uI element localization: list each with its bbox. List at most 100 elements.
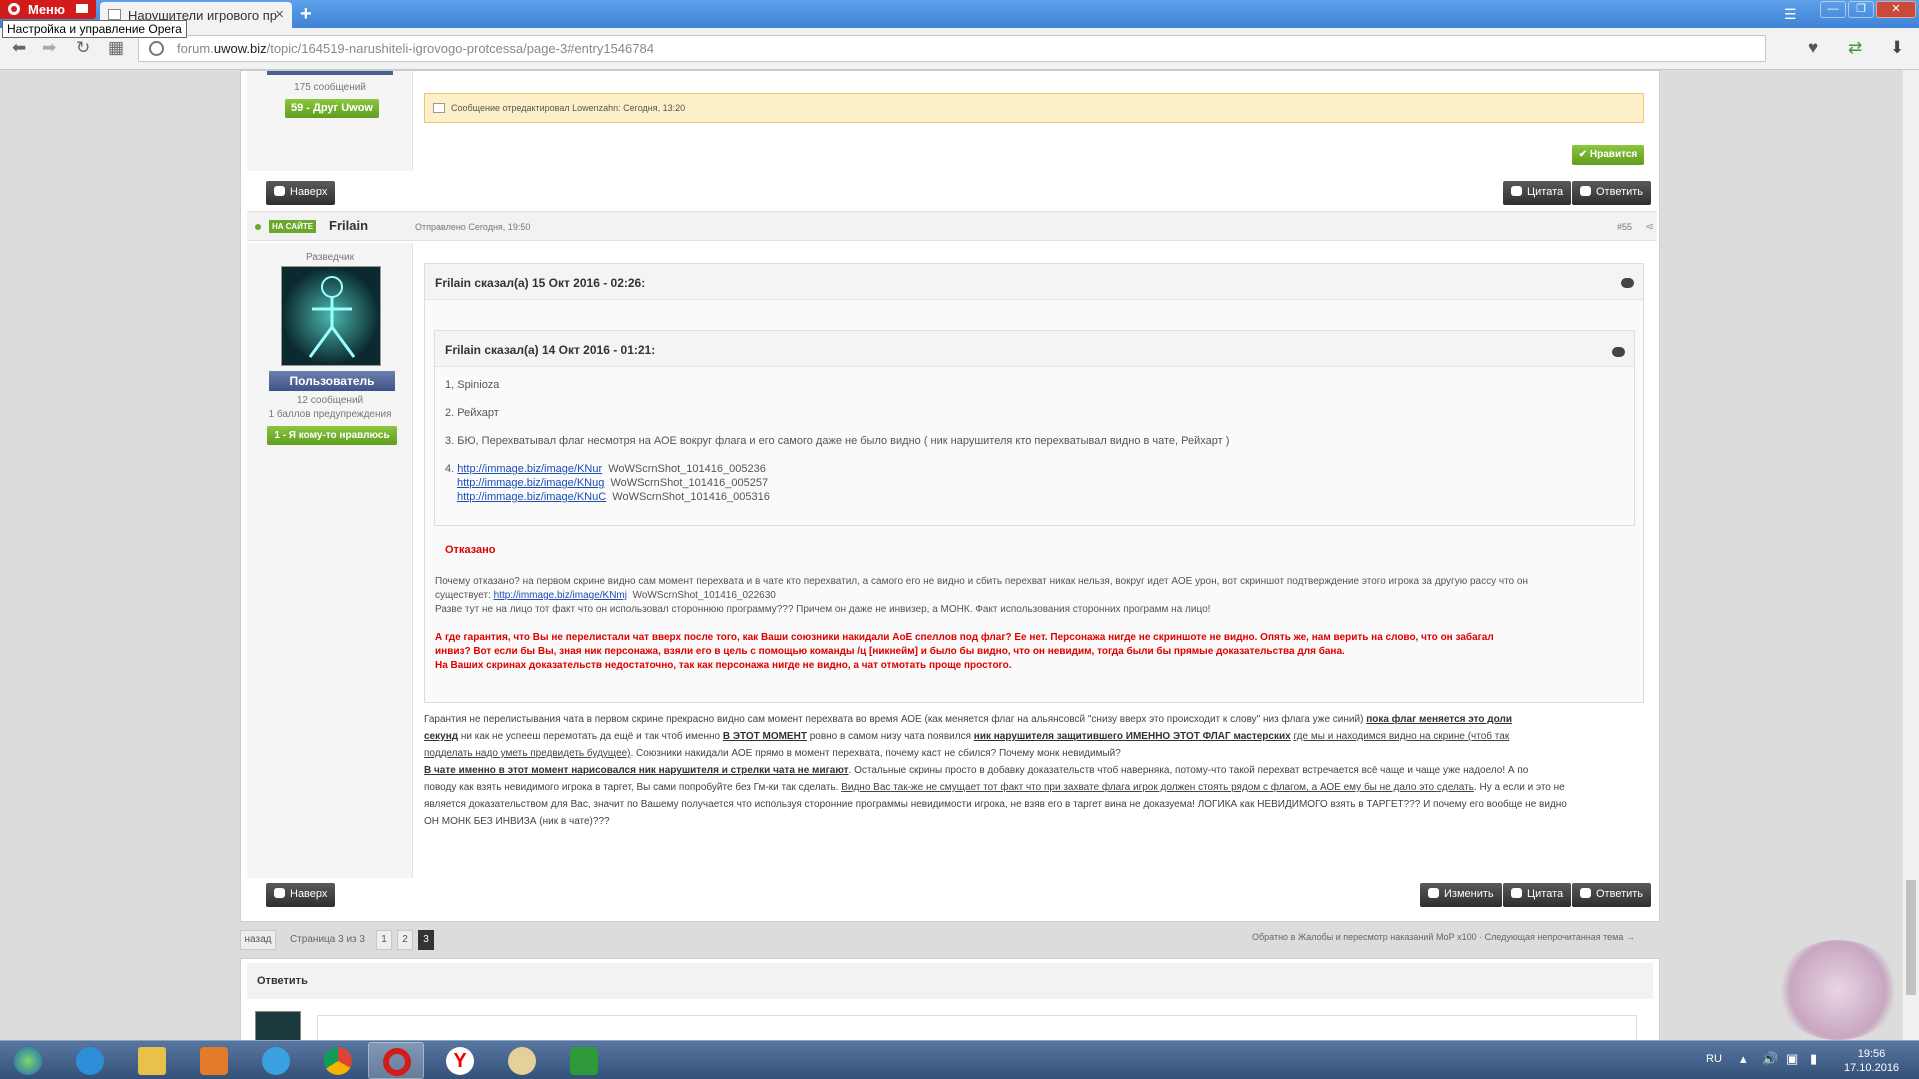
- page-link[interactable]: 1: [376, 930, 392, 950]
- camtasia-icon: [570, 1047, 598, 1075]
- forum-content: 175 сообщений 59 - Друг Uwow Сообщение о…: [240, 70, 1660, 922]
- taskbar-app[interactable]: [248, 1042, 304, 1079]
- reply-avatar: [255, 1011, 301, 1040]
- network-icon[interactable]: ▣: [1786, 1051, 1798, 1067]
- battery-icon[interactable]: ▮: [1810, 1051, 1817, 1067]
- online-dot-icon: [255, 224, 261, 230]
- tray-arrow-icon[interactable]: ▴: [1740, 1051, 1747, 1067]
- page-current[interactable]: 3: [418, 930, 434, 950]
- start-button[interactable]: [0, 1042, 56, 1079]
- inner-line: 1, Spinioza: [445, 379, 500, 391]
- site-info-icon[interactable]: [149, 41, 164, 56]
- page-scrollbar[interactable]: [1902, 70, 1919, 1040]
- user-panel: Разведчик Пользователь 12 сообщений 1 ба…: [247, 243, 413, 878]
- inner-quote-speech-icon[interactable]: [1612, 347, 1625, 357]
- page-back-link[interactable]: назад: [240, 930, 276, 950]
- inner-link-line: http://immage.biz/image/KNuC WoWScrnShot…: [457, 491, 770, 503]
- url-prefix: forum.: [177, 41, 214, 56]
- paint-palette-icon: [508, 1047, 536, 1075]
- outer-quote: Frilain сказал(а) 15 Окт 2016 - 02:26: F…: [424, 263, 1644, 703]
- taskbar-ie[interactable]: [62, 1042, 118, 1079]
- online-badge: НА САЙТЕ: [269, 220, 317, 233]
- prev-user-panel: 175 сообщений 59 - Друг Uwow: [247, 71, 413, 171]
- prev-group-bar: [267, 71, 393, 75]
- post-body-line: Гарантия не перелистывания чата в первом…: [424, 714, 1512, 725]
- scrollbar-thumb[interactable]: [1906, 880, 1916, 995]
- avatar[interactable]: [281, 266, 381, 366]
- post-body-line: поводу как взять невидимого игрока в тар…: [424, 782, 1565, 793]
- reply-editor[interactable]: [317, 1015, 1637, 1040]
- taskbar-yandex[interactable]: Y: [432, 1042, 488, 1079]
- prev-top-button[interactable]: Наверх: [266, 181, 336, 205]
- post-body-line: является доказательством для Вас, значит…: [424, 799, 1567, 810]
- volume-icon[interactable]: 🔊: [1762, 1051, 1778, 1067]
- share-icon[interactable]: ⋖: [1645, 220, 1654, 233]
- reload-icon[interactable]: ↻: [76, 38, 90, 58]
- site-mascot-logo: [1776, 940, 1900, 1040]
- forward-icon[interactable]: ➡: [42, 38, 56, 58]
- edit-button[interactable]: Изменить: [1420, 883, 1502, 907]
- internet-explorer-icon: [76, 1047, 104, 1075]
- post-number[interactable]: #55: [1617, 222, 1632, 232]
- tab-close-icon[interactable]: ×: [275, 6, 284, 23]
- page-of-label: Страница 3 из 3: [290, 934, 365, 945]
- address-bar-input[interactable]: forum.uwow.biz/topic/164519-narushiteli-…: [138, 35, 1766, 62]
- tab-menu-icon[interactable]: ☰: [1784, 6, 1797, 23]
- taskbar-explorer[interactable]: [124, 1042, 180, 1079]
- download-icon[interactable]: ⬇: [1890, 38, 1904, 58]
- screenshot-link[interactable]: http://immage.biz/image/KNuC: [457, 491, 606, 503]
- screenshot-link[interactable]: http://immage.biz/image/KNmj: [494, 590, 627, 601]
- maximize-icon[interactable]: ❐: [1848, 1, 1874, 18]
- top-button[interactable]: Наверх: [266, 883, 336, 907]
- taskbar-camtasia[interactable]: [556, 1042, 612, 1079]
- inner-verdict: Отказано: [445, 544, 496, 556]
- chrome-icon: [324, 1047, 352, 1075]
- like-button[interactable]: ✔ Нравится: [1572, 145, 1644, 165]
- taskbar-clock[interactable]: 19:56 17.10.2016: [1844, 1047, 1899, 1075]
- prev-reply-button[interactable]: Ответить: [1572, 181, 1652, 205]
- taskbar-chrome[interactable]: [310, 1042, 366, 1079]
- screenshot-link[interactable]: http://immage.biz/image/KNur: [457, 463, 602, 475]
- new-tab-button[interactable]: +: [300, 3, 312, 26]
- post-author[interactable]: Frilain: [329, 218, 368, 233]
- close-window-icon[interactable]: ✕: [1876, 1, 1916, 18]
- inner-quote: Frilain сказал(а) 14 Окт 2016 - 01:21: 1…: [434, 330, 1635, 526]
- flag-icon: [76, 4, 88, 13]
- heart-icon[interactable]: ♥: [1808, 38, 1818, 58]
- user-warnings[interactable]: 1 баллов предупреждения: [247, 409, 413, 420]
- post-date: Отправлено Сегодня, 19:50: [415, 222, 531, 232]
- speed-dial-icon[interactable]: ▦: [108, 38, 124, 58]
- minimize-icon[interactable]: —: [1820, 1, 1846, 18]
- yandex-icon: Y: [446, 1047, 474, 1075]
- menu-tooltip: Настройка и управление Opera: [2, 20, 187, 38]
- reply-bubble-icon: [1580, 888, 1591, 898]
- prev-quote-button[interactable]: Цитата: [1503, 181, 1572, 205]
- taskbar-paint[interactable]: [494, 1042, 550, 1079]
- quote-speech-icon[interactable]: [1621, 278, 1634, 288]
- language-indicator[interactable]: RU: [1706, 1053, 1722, 1065]
- page-link[interactable]: 2: [397, 930, 413, 950]
- post-body-line: В чате именно в этот момент нарисовался …: [424, 765, 1529, 776]
- opera-menu-button[interactable]: Меню: [0, 0, 96, 19]
- windows-orb-icon: [14, 1047, 42, 1075]
- screenshot-link[interactable]: http://immage.biz/image/KNug: [457, 477, 604, 489]
- url-path: /topic/164519-narushiteli-igrovogo-protc…: [266, 41, 654, 56]
- back-icon[interactable]: ⬅: [12, 38, 26, 58]
- reply-section: Ответить: [240, 958, 1660, 1040]
- quote-button[interactable]: Цитата: [1503, 883, 1572, 907]
- taskbar-opera[interactable]: [368, 1042, 424, 1079]
- windows-taskbar: Y RU ▴ 🔊 ▣ ▮ 19:56 17.10.2016: [0, 1040, 1919, 1079]
- prev-message-count: 175 сообщений: [294, 82, 366, 93]
- moderator-text: На Ваших скринах доказательств недостато…: [435, 660, 1012, 671]
- post-body-line: ОН МОНК БЕЗ ИНВИЗА (ник в чате)???: [424, 816, 610, 827]
- reply-button[interactable]: Ответить: [1572, 883, 1652, 907]
- outer-text: Почему отказано? на первом скрине видно …: [435, 576, 1528, 587]
- inner-quote-header: Frilain сказал(а) 14 Окт 2016 - 01:21:: [435, 331, 1634, 367]
- browser-title-bar: Меню Нарушители игрового пр × + ☰ — ❐ ✕: [0, 0, 1919, 28]
- document-icon: [274, 888, 285, 898]
- address-toolbar: ⬅ ➡ ↻ ▦ forum.uwow.biz/topic/164519-naru…: [0, 28, 1919, 70]
- reply-section-title: Ответить: [247, 963, 1653, 999]
- translate-icon[interactable]: ⇄: [1848, 38, 1862, 58]
- taskbar-media[interactable]: [186, 1042, 242, 1079]
- topic-nav-link[interactable]: Обратно в Жалобы и пересмотр наказаний М…: [1252, 932, 1635, 942]
